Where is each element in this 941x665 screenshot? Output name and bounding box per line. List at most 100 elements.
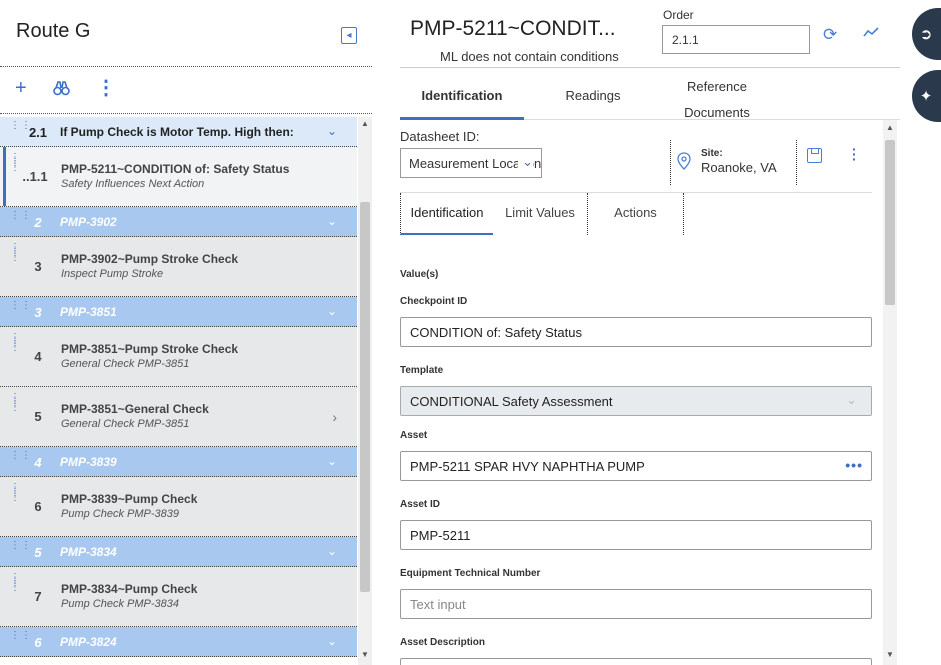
tab-label: Reference <box>687 79 747 94</box>
binoculars-icon[interactable] <box>53 80 70 100</box>
row-title: PMP-3851~Pump Stroke Check <box>61 342 239 356</box>
scroll-down-icon[interactable]: ▼ <box>886 650 894 659</box>
drag-handle-icon[interactable]: ⋮⋮ <box>10 211 31 221</box>
row-title: PMP-3834~Pump Check <box>61 582 198 596</box>
equipment-technical-number-input[interactable]: Text input <box>400 589 872 619</box>
group-row[interactable]: ⋮⋮ 4 PMP-3839 ⌄ <box>0 447 357 477</box>
row-title: PMP-3902~Pump Stroke Check <box>61 252 239 266</box>
tab-reference-documents[interactable]: Reference Documents <box>662 68 772 120</box>
chevron-down-icon[interactable]: ⌄ <box>327 634 337 648</box>
save-icon[interactable] <box>807 148 822 163</box>
more-options-icon[interactable]: · · · <box>852 142 857 166</box>
more-options-icon[interactable]: ⋮ <box>96 78 116 98</box>
row-number: 6 <box>34 635 42 650</box>
ellipsis-icon[interactable]: ••• <box>845 457 863 473</box>
row-number: 3 <box>34 305 42 320</box>
scrollbar-thumb[interactable] <box>360 202 370 592</box>
subtab-actions[interactable]: Actions <box>588 193 684 235</box>
row-number: 2 <box>34 215 42 230</box>
row-title: PMP-3839 <box>60 455 117 469</box>
chevron-down-icon[interactable]: ⌄ <box>327 124 337 138</box>
divider <box>0 66 372 67</box>
drag-handle-icon[interactable]: ⋮ ⋮ ⋮ <box>10 483 20 503</box>
chevron-down-icon[interactable]: ⌄ <box>327 544 337 558</box>
list-item[interactable]: ⋮ ⋮ ⋮ 6 PMP-3839~Pump Check Pump Check PMP… <box>0 477 357 537</box>
scroll-up-icon[interactable]: ▲ <box>886 123 894 132</box>
pin-icon[interactable]: ✦ <box>912 70 941 122</box>
scrollbar-thumb[interactable] <box>885 140 895 305</box>
drag-handle-icon[interactable]: ⋮⋮ <box>10 631 31 641</box>
template-label: Template <box>400 365 444 376</box>
site-value: Roanoke, VA <box>701 160 777 175</box>
row-title: PMP-3824 <box>60 635 117 649</box>
group-row[interactable]: ⋮⋮ 2.1 If Pump Check is Motor Temp. High… <box>0 117 357 147</box>
route-title: Route G <box>16 20 91 42</box>
drag-handle-icon[interactable]: ⋮ ⋮ ⋮ <box>10 243 20 263</box>
asset-input[interactable]: PMP-5211 SPAR HVY NAPHTHA PUMP ••• <box>400 451 872 481</box>
subtab-identification[interactable]: Identification <box>400 193 493 235</box>
row-number: 5 <box>34 545 42 560</box>
asset-description-input[interactable] <box>400 658 872 665</box>
chevron-down-icon: ⌄ <box>846 392 857 407</box>
checkpoint-id-input[interactable]: CONDITION of: Safety Status <box>400 317 872 347</box>
drag-handle-icon[interactable]: ⋮ ⋮ ⋮ <box>10 573 20 593</box>
row-subtitle: General Check PMP-3851 <box>61 418 190 430</box>
list-item[interactable]: ⋮ ⋮ ⋮ ..1.1 PMP-5211~CONDITION of: Safety … <box>0 147 357 207</box>
checkpoint-id-label: Checkpoint ID <box>400 296 468 307</box>
page-title: PMP-5211~CONDIT... <box>410 17 616 40</box>
main-tabs: Identification Readings Reference Docume… <box>400 68 900 120</box>
row-title: PMP-3851 <box>60 305 117 319</box>
drag-handle-icon[interactable]: ⋮⋮ <box>10 301 31 311</box>
list-item[interactable]: ⋮ ⋮ ⋮ 4 PMP-3851~Pump Stroke Check General… <box>0 327 357 387</box>
chevron-down-icon[interactable]: ⌄ <box>327 214 337 228</box>
page-subtitle: ML does not contain conditions <box>440 49 619 64</box>
chevron-right-icon[interactable]: › <box>332 409 337 425</box>
group-row[interactable]: ⋮⋮ 5 PMP-3834 ⌄ <box>0 537 357 567</box>
asset-id-input[interactable]: PMP-5211 <box>400 520 872 550</box>
scroll-up-icon[interactable]: ▲ <box>361 119 369 128</box>
tab-identification[interactable]: Identification <box>400 68 524 120</box>
chevron-down-icon[interactable]: ⌄ <box>327 454 337 468</box>
divider <box>796 140 797 185</box>
drag-handle-icon[interactable]: ⋮⋮ <box>10 121 31 131</box>
list-scrollbar[interactable]: ▲ ▼ <box>358 117 372 665</box>
row-title: PMP-3902 <box>60 215 117 229</box>
drag-handle-icon[interactable]: ⋮ ⋮ ⋮ <box>10 153 20 173</box>
group-row[interactable]: ⋮⋮ 2 PMP-3902 ⌄ <box>0 207 357 237</box>
chevron-down-icon[interactable]: ⌄ <box>327 304 337 318</box>
group-row[interactable]: ⋮⋮ 6 PMP-3824 ⌄ <box>0 627 357 657</box>
trend-icon[interactable] <box>863 25 879 42</box>
row-title: PMP-3839~Pump Check <box>61 492 198 506</box>
row-number: ..1.1 <box>22 169 48 184</box>
add-icon[interactable]: + <box>15 78 27 98</box>
group-row[interactable]: ⋮⋮ 3 PMP-3851 ⌄ <box>0 297 357 327</box>
list-item[interactable]: ⋮ ⋮ ⋮ 3 PMP-3902~Pump Stroke Check Inspect… <box>0 237 357 297</box>
asset-id-label: Asset ID <box>400 499 441 510</box>
drag-handle-icon[interactable]: ⋮⋮ <box>10 541 31 551</box>
exit-icon[interactable]: ➲ <box>912 8 941 60</box>
subtab-limit-values[interactable]: Limit Values <box>493 193 588 235</box>
drag-handle-icon[interactable]: ⋮ ⋮ ⋮ <box>10 333 20 353</box>
sync-icon[interactable]: ⟳ <box>823 25 837 45</box>
template-value: CONDITIONAL Safety Assessment <box>410 394 613 409</box>
datasheet-select[interactable]: Measurement Location ⌄ <box>400 148 542 178</box>
drag-handle-icon[interactable]: ⋮⋮ <box>10 451 31 461</box>
detail-scrollbar[interactable]: ▲ ▼ <box>883 120 897 665</box>
collapse-panel-icon[interactable]: ◂ <box>341 27 357 44</box>
scroll-down-icon[interactable]: ▼ <box>361 650 369 659</box>
drag-handle-icon[interactable]: ⋮ ⋮ ⋮ <box>10 393 20 413</box>
list-item[interactable]: ⋮ ⋮ ⋮ 5 PMP-3851~General Check General Che… <box>0 387 357 447</box>
row-subtitle: General Check PMP-3851 <box>61 358 190 370</box>
template-select: CONDITIONAL Safety Assessment ⌄ <box>400 386 872 416</box>
row-subtitle: Pump Check PMP-3839 <box>61 508 179 520</box>
divider <box>670 140 671 185</box>
chevron-down-icon: ⌄ <box>518 154 533 170</box>
site-label: Site: <box>701 148 723 159</box>
list-item[interactable]: ⋮ ⋮ ⋮ 7 PMP-3834~Pump Check Pump Check PMP… <box>0 567 357 627</box>
app-root: Route G ◂ + ⋮ ⋮⋮ 2.1 If Pump Check is Mo… <box>0 0 941 665</box>
row-number: 3 <box>34 259 42 274</box>
tab-readings[interactable]: Readings <box>540 68 646 120</box>
row-number: 2.1 <box>28 125 48 140</box>
order-input[interactable]: 2.1.1 <box>662 25 810 54</box>
equipment-technical-number-label: Equipment Technical Number <box>400 568 541 579</box>
